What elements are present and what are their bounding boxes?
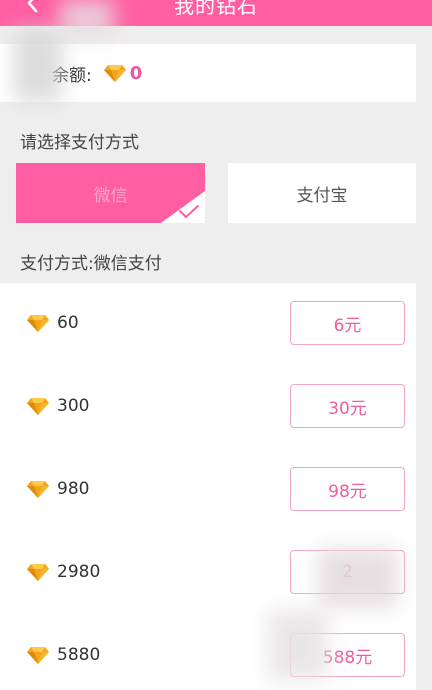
payment-method-heading: 请选择支付方式: [20, 133, 139, 153]
price-button[interactable]: 30元: [290, 384, 405, 428]
alipay-label: 支付宝: [296, 185, 348, 206]
package-amount: 980: [57, 479, 90, 499]
balance-card: 余额: 0: [0, 44, 416, 102]
package-row: 5880 588元: [0, 615, 416, 690]
checkmark-icon: [179, 205, 199, 218]
package-row: 300 30元: [0, 366, 416, 448]
selected-method-text: 支付方式:微信支付: [20, 254, 162, 274]
diamond-icon: [27, 481, 49, 498]
package-amount: 300: [57, 396, 90, 416]
wechat-pay-label: 微信: [93, 185, 128, 206]
price-button[interactable]: 2: [290, 550, 405, 594]
package-list: 60 6元 300 30元 980 98元 2980 2 5880 588元: [0, 283, 416, 690]
alipay-option[interactable]: 支付宝: [228, 163, 416, 223]
package-amount: 2980: [57, 562, 101, 582]
balance-label: 余额:: [52, 65, 92, 86]
package-row: 980 98元: [0, 449, 416, 531]
price-button[interactable]: 98元: [290, 467, 405, 511]
diamond-icon: [27, 647, 49, 664]
balance-value: 0: [129, 62, 143, 84]
price-button[interactable]: 6元: [290, 301, 405, 345]
payment-method-tabs: 微信 支付宝: [16, 163, 416, 223]
package-row: 60 6元: [0, 283, 416, 365]
back-button[interactable]: [22, 0, 42, 16]
diamond-icon: [27, 398, 49, 415]
wechat-pay-option[interactable]: 微信: [16, 163, 205, 223]
package-amount: 5880: [57, 645, 101, 665]
diamond-icon: [27, 564, 49, 581]
chevron-left-icon: [27, 0, 38, 13]
page-title: 我的钻石: [174, 0, 258, 18]
diamond-recharge-page: 我的钻石 余额: 0 请选择支付方式 微信 支付宝 支付方式:微信支付 60 6…: [0, 0, 432, 690]
diamond-icon: [103, 64, 126, 82]
package-row: 2980 2: [0, 532, 416, 614]
app-header: 我的钻石: [0, 0, 432, 26]
price-button[interactable]: 588元: [290, 633, 405, 677]
diamond-icon: [27, 315, 49, 332]
package-amount: 60: [57, 313, 79, 333]
